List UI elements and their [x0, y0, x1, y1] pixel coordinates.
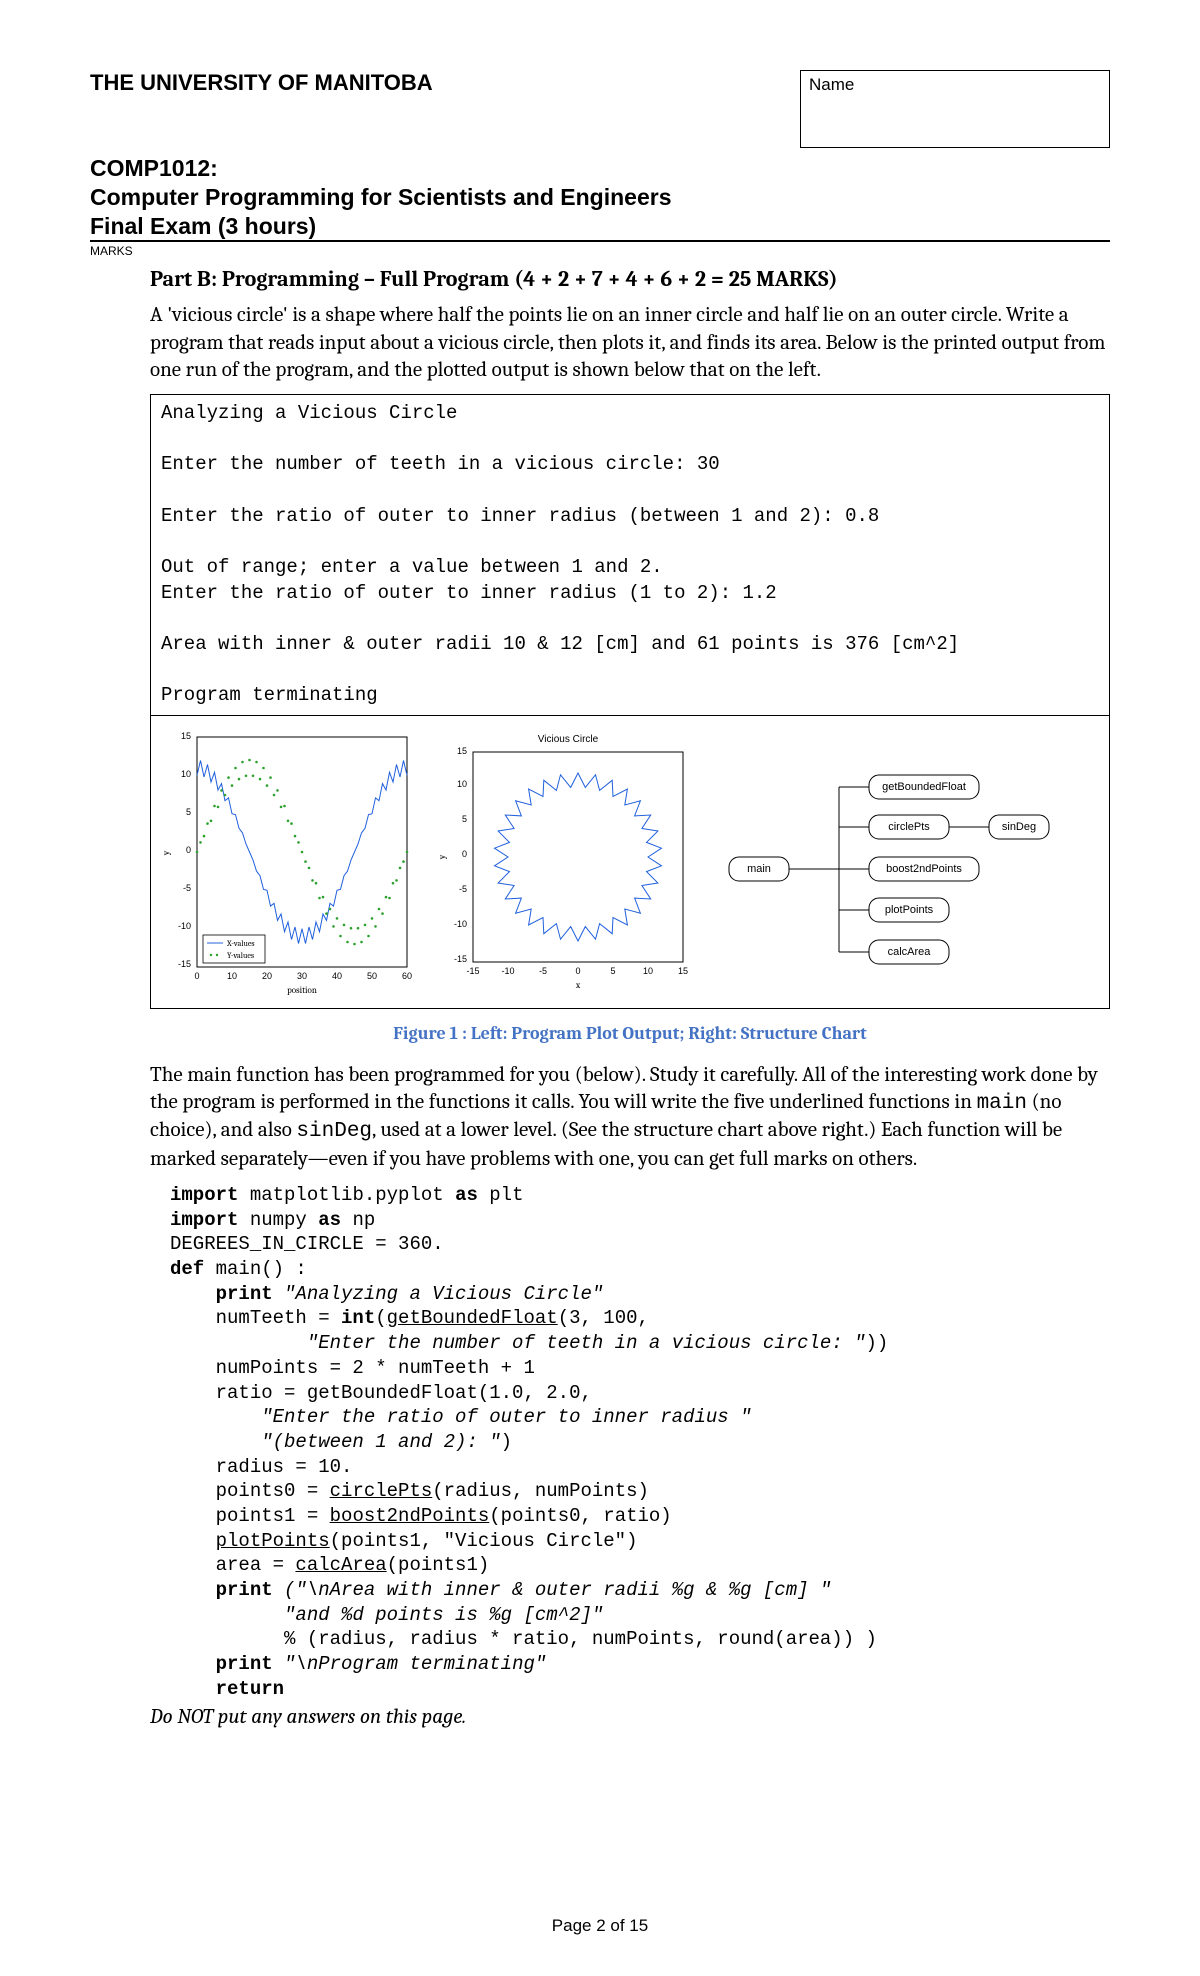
svg-text:5: 5 [186, 807, 191, 817]
svg-text:40: 40 [332, 971, 342, 981]
svg-text:-15: -15 [454, 954, 467, 964]
course-code: COMP1012: [90, 154, 1110, 183]
svg-text:-10: -10 [454, 919, 467, 929]
svg-text:-15: -15 [466, 966, 479, 976]
left-ylabel: y [162, 850, 172, 856]
left-xlabel: position [287, 986, 317, 996]
svg-text:0: 0 [186, 845, 191, 855]
svg-text:5: 5 [462, 814, 467, 824]
svg-text:15: 15 [181, 731, 191, 741]
code-listing: import matplotlib.pyplot as plt import n… [170, 1183, 1110, 1701]
course-title: Computer Programming for Scientists and … [90, 183, 1110, 212]
svg-text:-5: -5 [539, 966, 547, 976]
name-label: Name [809, 75, 854, 94]
university-name: THE UNIVERSITY OF MANITOBA [90, 70, 433, 96]
svg-text:-10: -10 [178, 921, 191, 931]
center-ylabel: y [438, 854, 448, 860]
console-output: Analyzing a Vicious Circle Enter the num… [150, 394, 1110, 716]
svg-text:-5: -5 [183, 883, 191, 893]
svg-text:20: 20 [262, 971, 272, 981]
svg-text:10: 10 [227, 971, 237, 981]
intro-text: A 'vicious circle' is a shape where half… [150, 302, 1110, 384]
part-b-title: Part B: Programming – Full Program (4 + … [150, 266, 1110, 292]
svg-text:-15: -15 [178, 959, 191, 969]
svg-text:calcArea: calcArea [888, 946, 932, 958]
course-block: COMP1012: Computer Programming for Scien… [90, 154, 1110, 242]
svg-text:10: 10 [643, 966, 653, 976]
svg-text:Y-values: Y-values [227, 951, 254, 960]
footer-note: Do NOT put any answers on this page. [150, 1705, 1110, 1729]
svg-text:X-values: X-values [226, 939, 254, 948]
exam-line: Final Exam (3 hours) [90, 212, 1110, 243]
svg-text:plotPoints: plotPoints [885, 904, 934, 916]
svg-text:0: 0 [575, 966, 580, 976]
svg-text:boost2ndPoints: boost2ndPoints [886, 863, 962, 875]
svg-text:30: 30 [297, 971, 307, 981]
content: Part B: Programming – Full Program (4 + … [150, 266, 1110, 1729]
left-plot: -15 -10 -5 0 5 10 15 0 10 20 30 40 [157, 722, 427, 1002]
svg-text:circlePts: circlePts [888, 821, 930, 833]
structure-chart: main getBoundedFloat circlePts sinDeg [709, 722, 1069, 1002]
svg-text:15: 15 [678, 966, 688, 976]
svg-text:-5: -5 [459, 884, 467, 894]
svg-text:0: 0 [462, 849, 467, 859]
center-xlabel: x [575, 981, 581, 991]
svg-text:0: 0 [194, 971, 199, 981]
svg-text:50: 50 [367, 971, 377, 981]
svg-text:-10: -10 [501, 966, 514, 976]
svg-text:getBoundedFloat: getBoundedFloat [882, 781, 966, 793]
svg-text:main: main [747, 863, 771, 875]
svg-text:5: 5 [610, 966, 615, 976]
svg-text:60: 60 [402, 971, 412, 981]
name-field-box[interactable]: Name [800, 70, 1110, 148]
svg-text:15: 15 [457, 746, 467, 756]
page-number: Page 2 of 15 [0, 1916, 1200, 1936]
svg-text:10: 10 [181, 769, 191, 779]
center-title: Vicious Circle [538, 734, 599, 745]
center-plot: Vicious Circle -15 -10 -5 0 5 10 15 -15 … [433, 722, 703, 1002]
header-row: THE UNIVERSITY OF MANITOBA Name [90, 70, 1110, 148]
body-text-2: The main function has been programmed fo… [150, 1062, 1110, 1173]
marks-label: MARKS [90, 244, 1110, 258]
figure-caption: Figure 1 : Left: Program Plot Output; Ri… [150, 1023, 1110, 1044]
exam-page: THE UNIVERSITY OF MANITOBA Name COMP1012… [0, 0, 1200, 1976]
figure-row: -15 -10 -5 0 5 10 15 0 10 20 30 40 [150, 716, 1110, 1009]
svg-text:sinDeg: sinDeg [1002, 821, 1036, 833]
svg-text:10: 10 [457, 779, 467, 789]
